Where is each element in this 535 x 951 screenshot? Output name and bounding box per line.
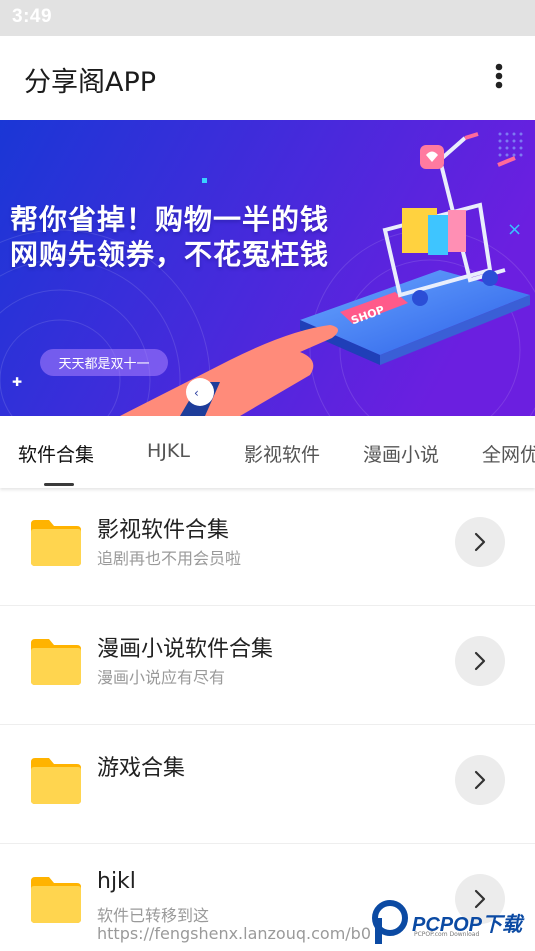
folder-icon xyxy=(31,758,81,804)
svg-text:‹: ‹ xyxy=(194,386,199,400)
pcpop-brand-sub: PCPOP.com Download xyxy=(414,931,480,938)
list-item[interactable]: 漫画小说软件合集 漫画小说应有尽有 xyxy=(0,607,535,725)
banner-tag: 天天都是双十一 xyxy=(40,349,168,376)
item-title: hjkl xyxy=(97,869,136,894)
tab-video-software[interactable]: 影视软件 xyxy=(244,440,320,467)
svg-text:×: × xyxy=(507,219,522,240)
status-time: 3:49 xyxy=(12,6,53,27)
chevron-right-icon xyxy=(474,770,486,790)
item-subtitle: 漫画小说应有尽有 xyxy=(97,668,226,687)
tab-hjkl[interactable]: HJKL xyxy=(147,440,190,462)
item-title: 影视软件合集 xyxy=(97,518,230,543)
tab-indicator xyxy=(44,483,74,486)
item-subtitle: 软件已转移到这 xyxy=(97,906,210,925)
promo-banner[interactable]: ✚ × SHOP ‹ 帮你省掉！购物一半的钱 网购先领券，不花冤枉钱 天天都是双… xyxy=(0,120,535,416)
tab-comic-novel[interactable]: 漫画小说 xyxy=(363,440,439,467)
list-item[interactable]: 影视软件合集 追剧再也不用会员啦 xyxy=(0,488,535,606)
item-subtitle: 追剧再也不用会员啦 xyxy=(97,549,242,568)
banner-headline-2: 网购先领券，不花冤枉钱 xyxy=(10,238,330,271)
more-vert-icon xyxy=(495,63,503,89)
app-title: 分享阁APP xyxy=(24,67,157,98)
pcpop-watermark-logo: PCPOP下载 PCPOP.com Download xyxy=(372,900,532,946)
status-bar: 3:49 xyxy=(0,0,535,36)
folder-icon xyxy=(31,639,81,685)
item-title: 游戏合集 xyxy=(97,756,186,781)
folder-icon xyxy=(31,520,81,566)
category-tabs: 软件合集 HJKL 影视软件 漫画小说 全网优 xyxy=(0,416,535,488)
banner-headline-1: 帮你省掉！购物一半的钱 xyxy=(10,203,330,236)
item-title: 漫画小说软件合集 xyxy=(97,637,274,662)
tab-software-collection[interactable]: 软件合集 xyxy=(18,440,94,467)
open-button[interactable] xyxy=(455,636,505,686)
open-button[interactable] xyxy=(455,755,505,805)
svg-text:✚: ✚ xyxy=(12,375,22,389)
folder-icon xyxy=(31,877,81,923)
collection-list: 影视软件合集 追剧再也不用会员啦 漫画小说软件合集 漫画小说应有尽有 游戏合集 xyxy=(0,488,535,951)
app-bar: 分享阁APP xyxy=(0,36,535,120)
watermark-url: https://fengshenx.lanzouq.com/b0 xyxy=(97,924,371,943)
chevron-right-icon xyxy=(474,532,486,552)
tab-whole-web[interactable]: 全网优 xyxy=(482,440,535,467)
list-item[interactable]: 游戏合集 xyxy=(0,726,535,844)
open-button[interactable] xyxy=(455,517,505,567)
pcpop-logo-icon xyxy=(372,900,408,944)
chevron-right-icon xyxy=(474,651,486,671)
more-options-button[interactable] xyxy=(479,56,519,96)
